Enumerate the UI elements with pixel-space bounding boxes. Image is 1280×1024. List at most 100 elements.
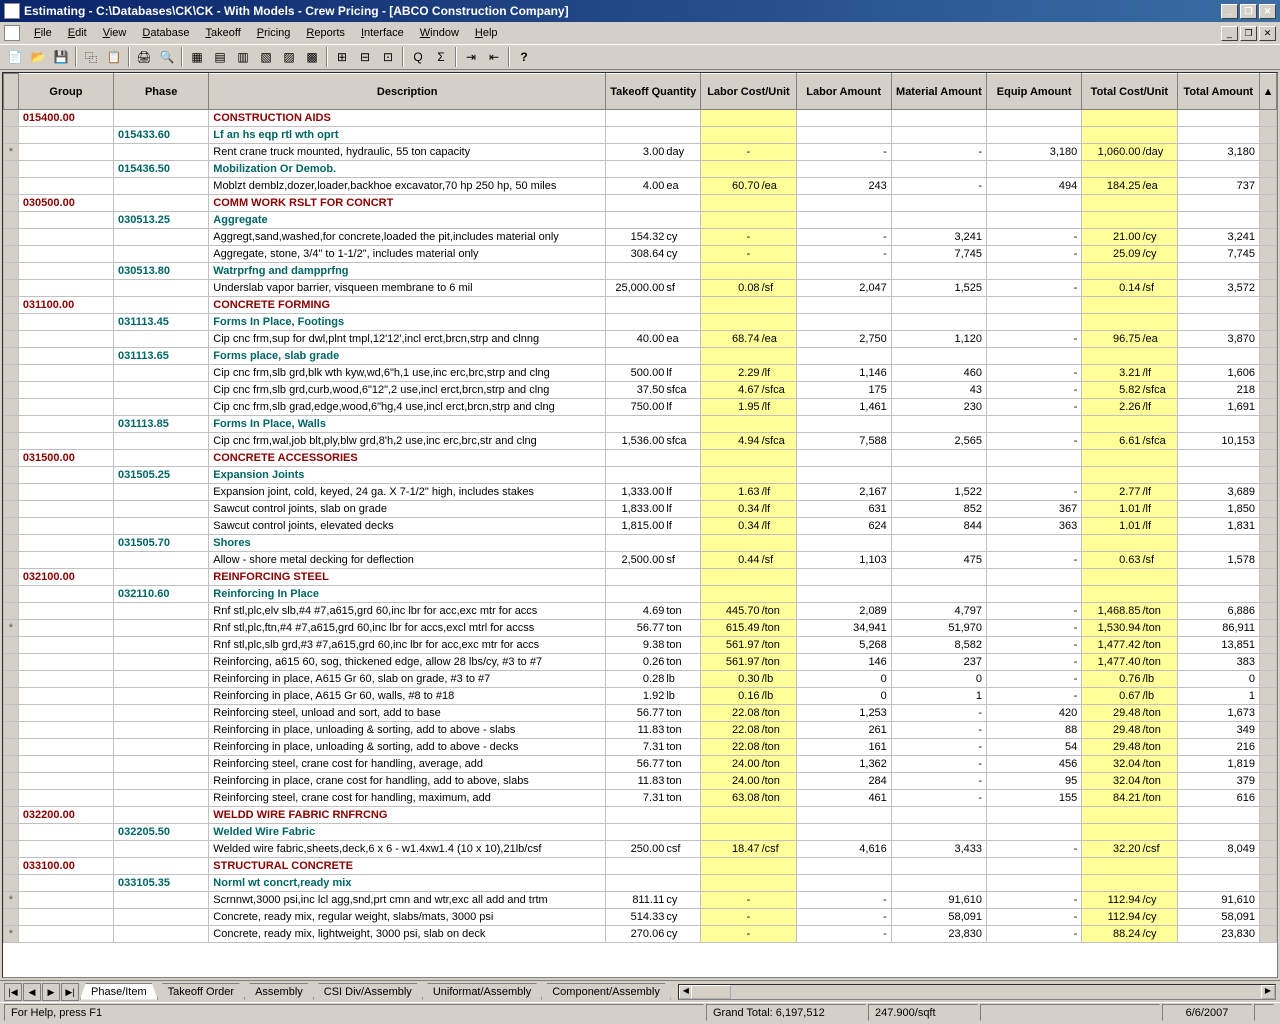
labor-amt-cell[interactable]: - [796,892,891,909]
qty-cell[interactable]: 750.00 lf [606,399,701,416]
labor-cu-cell[interactable]: 561.97 /ton [701,654,796,671]
labor-amt-cell[interactable]: 2,089 [796,603,891,620]
phase-cell[interactable]: 032205.50 [114,824,209,841]
labor-amt-cell[interactable]: 2,167 [796,484,891,501]
labor-cu-cell[interactable]: 24.00 /ton [701,756,796,773]
tot-amt-cell[interactable]: 1 [1177,688,1260,705]
desc-cell[interactable]: CONSTRUCTION AIDS [209,110,606,127]
mat-amt-cell[interactable]: - [891,705,986,722]
row-header[interactable] [4,569,19,586]
minimize-button[interactable]: _ [1221,4,1238,19]
table-row[interactable]: Sawcut control joints, slab on grade1,83… [4,501,1277,518]
tot-cu-cell[interactable]: 84.21 /ton [1082,790,1177,807]
labor-cu-cell[interactable]: 1.63 /lf [701,484,796,501]
tot-cu-cell[interactable]: 1,468.85 /ton [1082,603,1177,620]
row-header[interactable]: * [4,892,19,909]
mat-amt-cell[interactable]: 3,241 [891,229,986,246]
table-row[interactable]: *Scrnnwt,3000 psi,inc lcl agg,snd,prt cm… [4,892,1277,909]
qty-cell[interactable]: 1,833.00 lf [606,501,701,518]
row-header[interactable] [4,127,19,144]
vscroll-cell[interactable] [1260,433,1277,450]
desc-cell[interactable]: Cip cnc frm,wal,job blt,ply,blw grd,8'h,… [209,433,606,450]
table-row[interactable]: 030513.80Watrprfng and dampprfng [4,263,1277,280]
vscroll-cell[interactable] [1260,569,1277,586]
labor-cu-cell[interactable]: 0.30 /lb [701,671,796,688]
table-row[interactable]: Cip cnc frm,slb grd,blk wth kyw,wd,6"h,1… [4,365,1277,382]
tot-cu-cell[interactable]: 2.77 /lf [1082,484,1177,501]
table-row[interactable]: Reinforcing, a615 60, sog, thickened edg… [4,654,1277,671]
vscroll-cell[interactable] [1260,399,1277,416]
desc-cell[interactable]: CONCRETE ACCESSORIES [209,450,606,467]
equip-amt-cell[interactable]: - [987,603,1082,620]
tot-cu-cell[interactable]: 32.04 /ton [1082,756,1177,773]
vscroll-cell[interactable] [1260,178,1277,195]
labor-cu-cell[interactable]: 0.44 /sf [701,552,796,569]
table-row[interactable]: Welded wire fabric,sheets,deck,6 x 6 - w… [4,841,1277,858]
row-header[interactable] [4,705,19,722]
col-mat-amt[interactable]: Material Amount [891,74,986,110]
row-header[interactable] [4,654,19,671]
desc-cell[interactable]: Underslab vapor barrier, visqueen membra… [209,280,606,297]
mat-amt-cell[interactable]: 7,745 [891,246,986,263]
row-header[interactable] [4,790,19,807]
table-row[interactable]: *Concrete, ready mix, lightweight, 3000 … [4,926,1277,943]
table-row[interactable]: 031100.00CONCRETE FORMING [4,297,1277,314]
tot-cu-cell[interactable]: 25.09 /cy [1082,246,1177,263]
tool-icon[interactable]: ⊡ [377,46,399,68]
vscroll-cell[interactable] [1260,314,1277,331]
desc-cell[interactable]: Reinforcing in place, A615 Gr 60, slab o… [209,671,606,688]
qty-cell[interactable]: 56.77 ton [606,705,701,722]
qty-cell[interactable]: 250.00 csf [606,841,701,858]
labor-amt-cell[interactable]: 34,941 [796,620,891,637]
vscroll-cell[interactable] [1260,637,1277,654]
copy-icon[interactable]: ⿻ [80,46,102,68]
tot-cu-cell[interactable]: 1,477.42 /ton [1082,637,1177,654]
table-row[interactable]: Moblzt demblz,dozer,loader,backhoe excav… [4,178,1277,195]
tot-amt-cell[interactable]: 1,831 [1177,518,1260,535]
desc-cell[interactable]: REINFORCING STEEL [209,569,606,586]
labor-amt-cell[interactable]: 461 [796,790,891,807]
row-header[interactable] [4,331,19,348]
equip-amt-cell[interactable]: - [987,892,1082,909]
labor-cu-cell[interactable]: 24.00 /ton [701,773,796,790]
vscroll-cell[interactable] [1260,127,1277,144]
mat-amt-cell[interactable]: 8,582 [891,637,986,654]
vscroll-cell[interactable] [1260,501,1277,518]
tool-icon[interactable]: ▥ [232,46,254,68]
tot-cu-cell[interactable]: 1,477.40 /ton [1082,654,1177,671]
labor-amt-cell[interactable]: 7,588 [796,433,891,450]
labor-cu-cell[interactable]: 445.70 /ton [701,603,796,620]
equip-amt-cell[interactable]: - [987,688,1082,705]
desc-cell[interactable]: Reinforcing steel, crane cost for handli… [209,756,606,773]
menu-file[interactable]: File [26,25,60,41]
tot-amt-cell[interactable]: 3,870 [1177,331,1260,348]
tot-cu-cell[interactable]: 0.63 /sf [1082,552,1177,569]
equip-amt-cell[interactable]: 3,180 [987,144,1082,161]
phase-cell[interactable]: 031505.25 [114,467,209,484]
print-icon[interactable]: 🖨 [133,46,155,68]
table-row[interactable]: 032100.00REINFORCING STEEL [4,569,1277,586]
tot-cu-cell[interactable]: 112.94 /cy [1082,909,1177,926]
mat-amt-cell[interactable]: - [891,722,986,739]
vscroll-cell[interactable] [1260,161,1277,178]
labor-cu-cell[interactable]: 0.08 /sf [701,280,796,297]
mat-amt-cell[interactable]: 2,565 [891,433,986,450]
vscroll-cell[interactable] [1260,552,1277,569]
mat-amt-cell[interactable]: 460 [891,365,986,382]
col-labor-amt[interactable]: Labor Amount [796,74,891,110]
vscroll-cell[interactable] [1260,586,1277,603]
vscroll-cell[interactable] [1260,807,1277,824]
qty-cell[interactable]: 2,500.00 sf [606,552,701,569]
row-header[interactable] [4,433,19,450]
equip-amt-cell[interactable]: - [987,331,1082,348]
tot-cu-cell[interactable]: 21.00 /cy [1082,229,1177,246]
vscroll-cell[interactable] [1260,841,1277,858]
phase-cell[interactable]: 033105.35 [114,875,209,892]
vscroll-cell[interactable] [1260,671,1277,688]
tot-cu-cell[interactable]: 29.48 /ton [1082,739,1177,756]
tab-first-icon[interactable]: |◀ [4,983,22,1001]
menu-view[interactable]: View [95,25,135,41]
desc-cell[interactable]: Sawcut control joints, elevated decks [209,518,606,535]
vscroll-cell[interactable] [1260,518,1277,535]
equip-amt-cell[interactable]: 420 [987,705,1082,722]
